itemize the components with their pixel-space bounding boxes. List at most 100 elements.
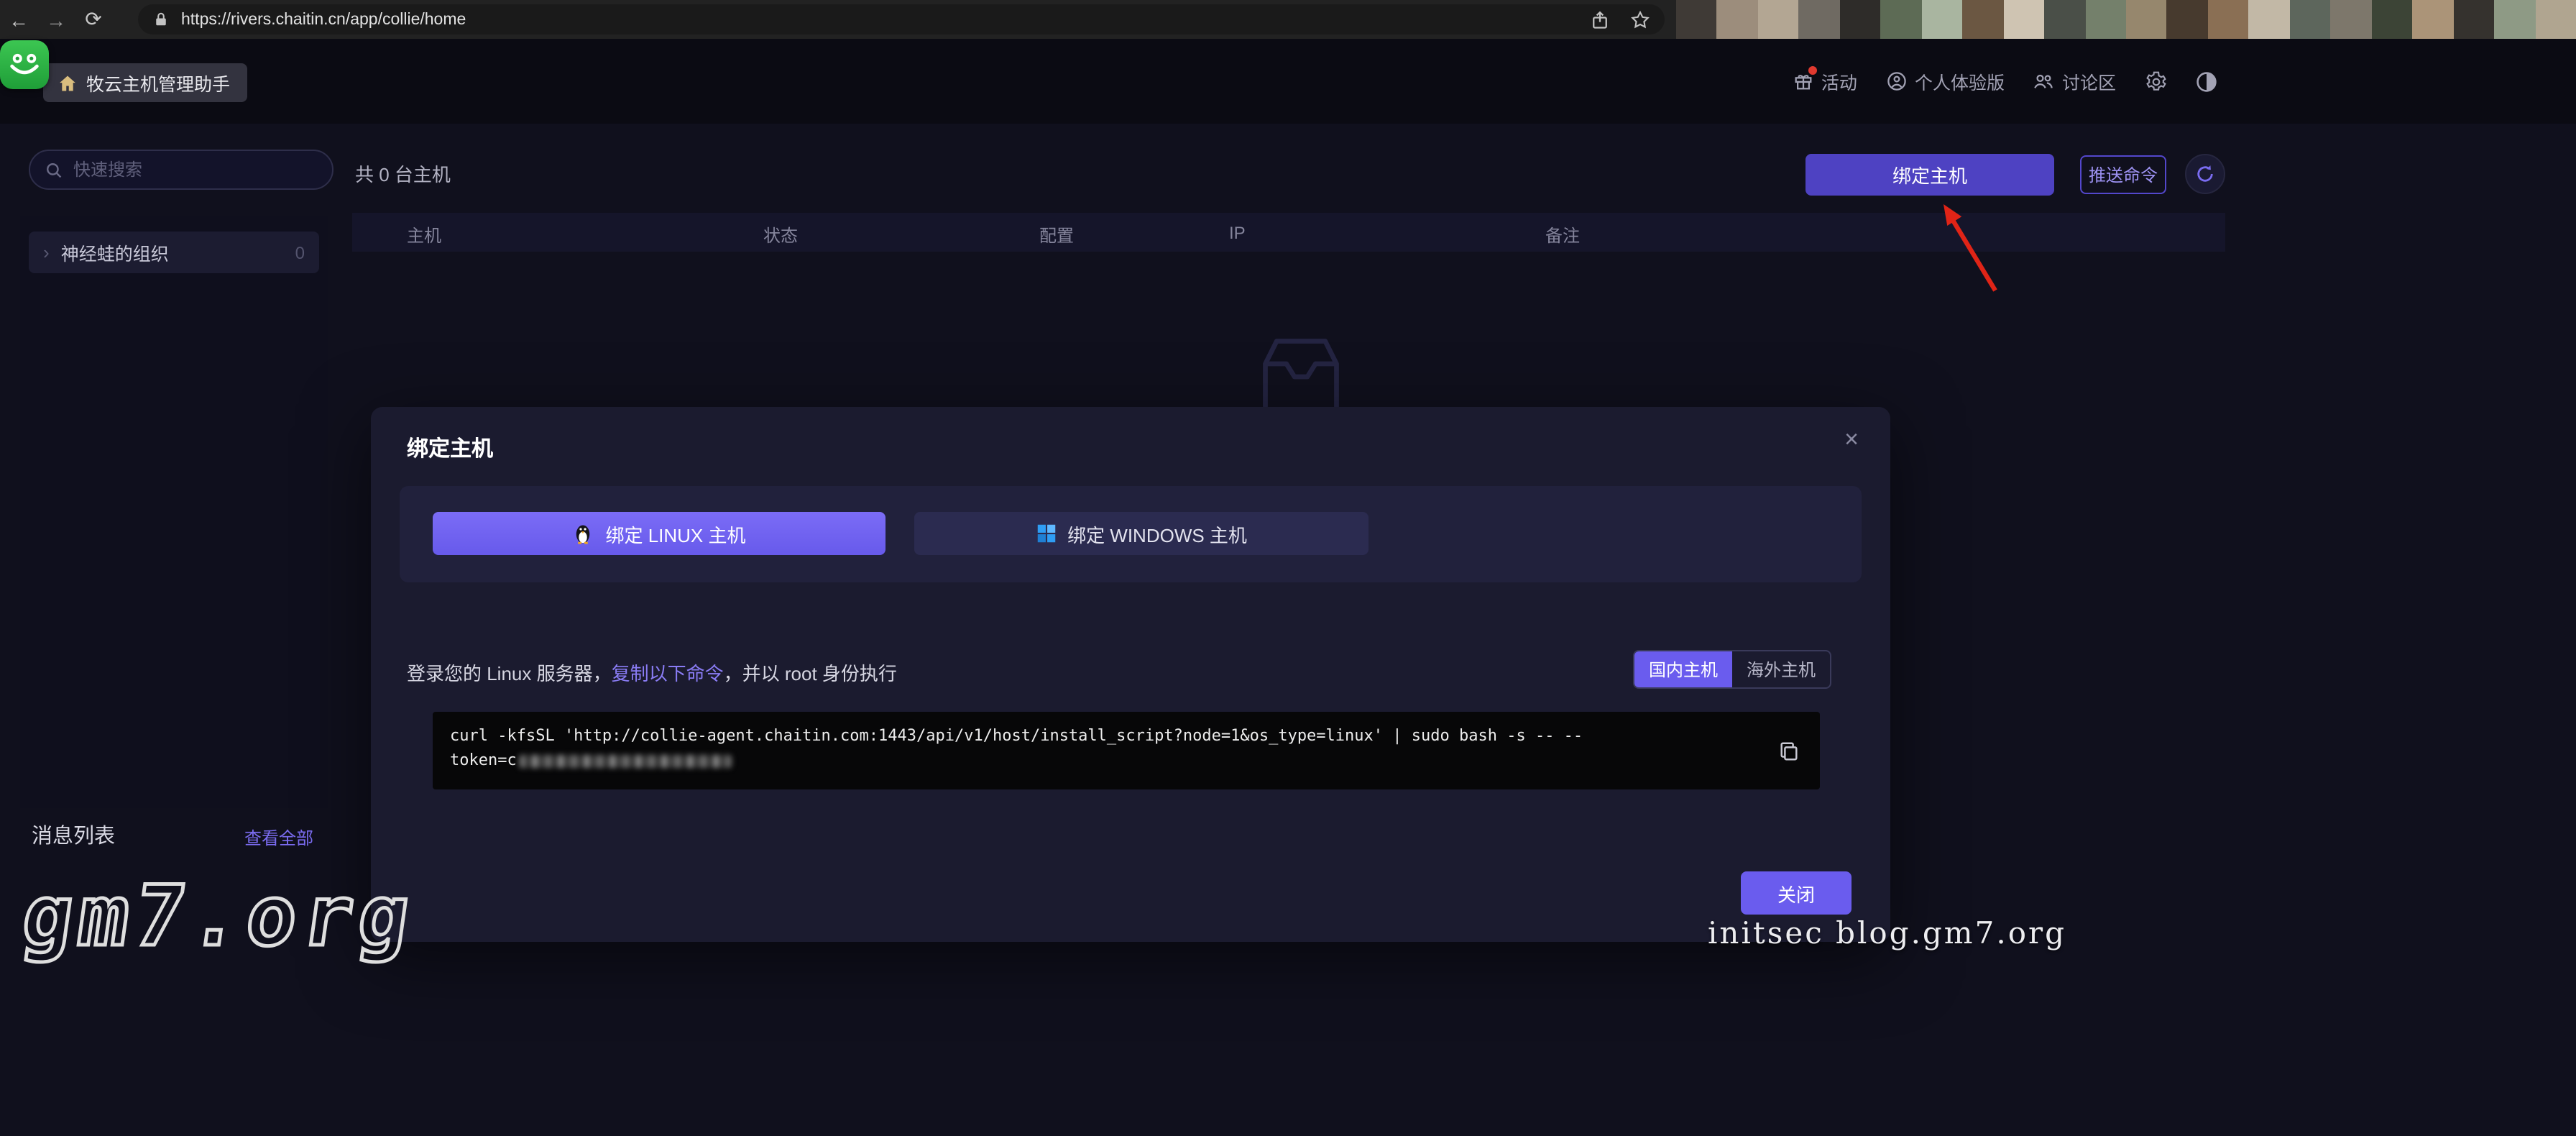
color-swatch — [2003, 0, 2044, 39]
color-swatch — [2453, 0, 2494, 39]
forum-menu[interactable]: 讨论区 — [2033, 68, 2116, 95]
copy-command-link[interactable]: 复制以下命令 — [612, 663, 724, 684]
header-actions: 活动 个人体验版 讨论区 — [1793, 39, 2217, 124]
app-title-label: 牧云主机管理助手 — [86, 69, 230, 96]
search-input[interactable] — [73, 160, 303, 180]
chevron-right-icon: › — [43, 242, 50, 263]
color-swatch — [2126, 0, 2167, 39]
activity-menu[interactable]: 活动 — [1793, 68, 1857, 95]
color-swatch — [2371, 0, 2412, 39]
color-swatch — [1921, 0, 1962, 39]
region-toggle: 国内主机 海外主机 — [1633, 650, 1831, 689]
activity-label: 活动 — [1821, 68, 1857, 95]
browser-reload-icon[interactable]: ⟳ — [75, 7, 112, 32]
organization-name: 神经蛙的组织 — [61, 239, 295, 266]
column-header-host: 主机 — [407, 223, 441, 247]
color-swatch — [2290, 0, 2331, 39]
color-swatch — [1717, 0, 1758, 39]
browser-chrome: ← → ⟳ https://rivers.chaitin.cn/app/coll… — [0, 0, 2576, 39]
command-line-1: curl -kfsSL 'http://collie-agent.chaitin… — [450, 723, 1762, 748]
column-header-config: 配置 — [1039, 223, 1074, 247]
annotation-arrow-icon — [1912, 184, 2027, 321]
column-header-remark: 备注 — [1545, 223, 1580, 247]
push-command-button[interactable]: 推送命令 — [2080, 155, 2166, 194]
home-icon — [58, 73, 78, 93]
gift-icon — [1793, 70, 1814, 92]
browser-forward-icon[interactable]: → — [37, 8, 75, 31]
blog-watermark: initsec blog.gm7.org — [1708, 916, 2066, 951]
sidebar-item-organization[interactable]: › 神经蛙的组织 0 — [29, 232, 319, 273]
color-swatch — [2494, 0, 2535, 39]
view-all-link[interactable]: 查看全部 — [244, 825, 313, 850]
linux-penguin-icon — [572, 522, 594, 545]
color-swatch — [1881, 0, 1922, 39]
color-swatch — [2535, 0, 2576, 39]
instruction-text: 登录您的 Linux 服务器，复制以下命令，并以 root 身份执行 — [407, 659, 897, 686]
windows-logo-icon — [1036, 523, 1056, 544]
settings-menu[interactable] — [2145, 70, 2166, 92]
messages-title: 消息列表 — [32, 820, 115, 850]
region-domestic-segment[interactable]: 国内主机 — [1634, 651, 1732, 687]
app-header: 牧云主机管理助手 活动 个人体验版 讨论区 — [0, 39, 2576, 124]
os-tab-container: 绑定 LINUX 主机 绑定 WINDOWS 主机 — [400, 486, 1862, 582]
refresh-button[interactable] — [2185, 154, 2225, 194]
bind-host-button[interactable]: 绑定主机 — [1806, 154, 2054, 196]
share-icon[interactable] — [1590, 9, 1610, 29]
color-swatch — [1799, 0, 1840, 39]
copy-icon[interactable] — [1778, 741, 1800, 769]
user-circle-icon — [1886, 70, 1908, 92]
color-swatch — [2085, 0, 2126, 39]
bookmark-star-icon[interactable] — [1630, 9, 1650, 29]
forum-label: 讨论区 — [2062, 68, 2116, 95]
lock-icon — [152, 10, 170, 29]
url-bar[interactable]: https://rivers.chaitin.cn/app/collie/hom… — [138, 4, 1665, 35]
app-title-button[interactable]: 牧云主机管理助手 — [43, 63, 247, 102]
chaitin-frog-logo[interactable] — [0, 40, 49, 89]
search-icon — [45, 160, 63, 179]
instruction-suffix: ，并以 root 身份执行 — [724, 663, 897, 684]
tab-bind-linux-label: 绑定 LINUX 主机 — [605, 520, 745, 547]
color-swatch — [2208, 0, 2249, 39]
quick-search[interactable] — [29, 150, 334, 190]
graffiti-watermark: gm7.org — [17, 871, 421, 963]
color-swatch-strip — [1676, 0, 2576, 39]
redacted-token — [520, 754, 732, 767]
notification-badge — [1808, 66, 1817, 75]
host-count-label: 共 0 台主机 — [355, 160, 451, 187]
color-swatch — [2044, 0, 2085, 39]
modal-title: 绑定主机 — [407, 433, 493, 463]
color-swatch — [2167, 0, 2208, 39]
color-swatch — [1962, 0, 2003, 39]
contrast-icon — [2195, 70, 2217, 92]
instruction-prefix: 登录您的 Linux 服务器， — [407, 663, 612, 684]
column-header-ip: IP — [1229, 223, 1246, 243]
gear-icon — [2145, 70, 2166, 92]
organization-host-count: 0 — [295, 242, 305, 262]
screenshot-root: ← → ⟳ https://rivers.chaitin.cn/app/coll… — [0, 0, 2576, 1136]
close-icon[interactable]: × — [1844, 427, 1859, 452]
color-swatch — [2249, 0, 2290, 39]
command-line-2: token=c — [450, 748, 1762, 772]
close-modal-button[interactable]: 关闭 — [1741, 871, 1852, 915]
theme-toggle[interactable] — [2195, 70, 2217, 92]
color-swatch — [1676, 0, 1717, 39]
users-icon — [2033, 70, 2055, 92]
personal-edition-menu[interactable]: 个人体验版 — [1886, 68, 2005, 95]
bind-host-modal: 绑定主机 × 绑定 LINUX 主机 绑定 WINDOWS 主机 登录您的 Li… — [371, 407, 1890, 942]
tab-bind-windows-label: 绑定 WINDOWS 主机 — [1067, 520, 1247, 547]
sidebar — [20, 216, 328, 808]
color-swatch — [2412, 0, 2453, 39]
region-overseas-segment[interactable]: 海外主机 — [1732, 651, 1830, 687]
color-swatch — [1840, 0, 1881, 39]
color-swatch — [1758, 0, 1799, 39]
column-header-status: 状态 — [763, 223, 798, 247]
color-swatch — [2331, 0, 2372, 39]
tab-bind-linux[interactable]: 绑定 LINUX 主机 — [433, 512, 886, 555]
tab-bind-windows[interactable]: 绑定 WINDOWS 主机 — [914, 512, 1368, 555]
browser-back-icon[interactable]: ← — [0, 8, 37, 31]
host-table-header: 主机 状态 配置 IP 备注 — [352, 213, 2225, 252]
url-text: https://rivers.chaitin.cn/app/collie/hom… — [181, 11, 1590, 28]
install-command-block[interactable]: curl -kfsSL 'http://collie-agent.chaitin… — [433, 712, 1820, 789]
command-token-prefix: token=c — [450, 751, 517, 769]
personal-edition-label: 个人体验版 — [1915, 68, 2005, 95]
